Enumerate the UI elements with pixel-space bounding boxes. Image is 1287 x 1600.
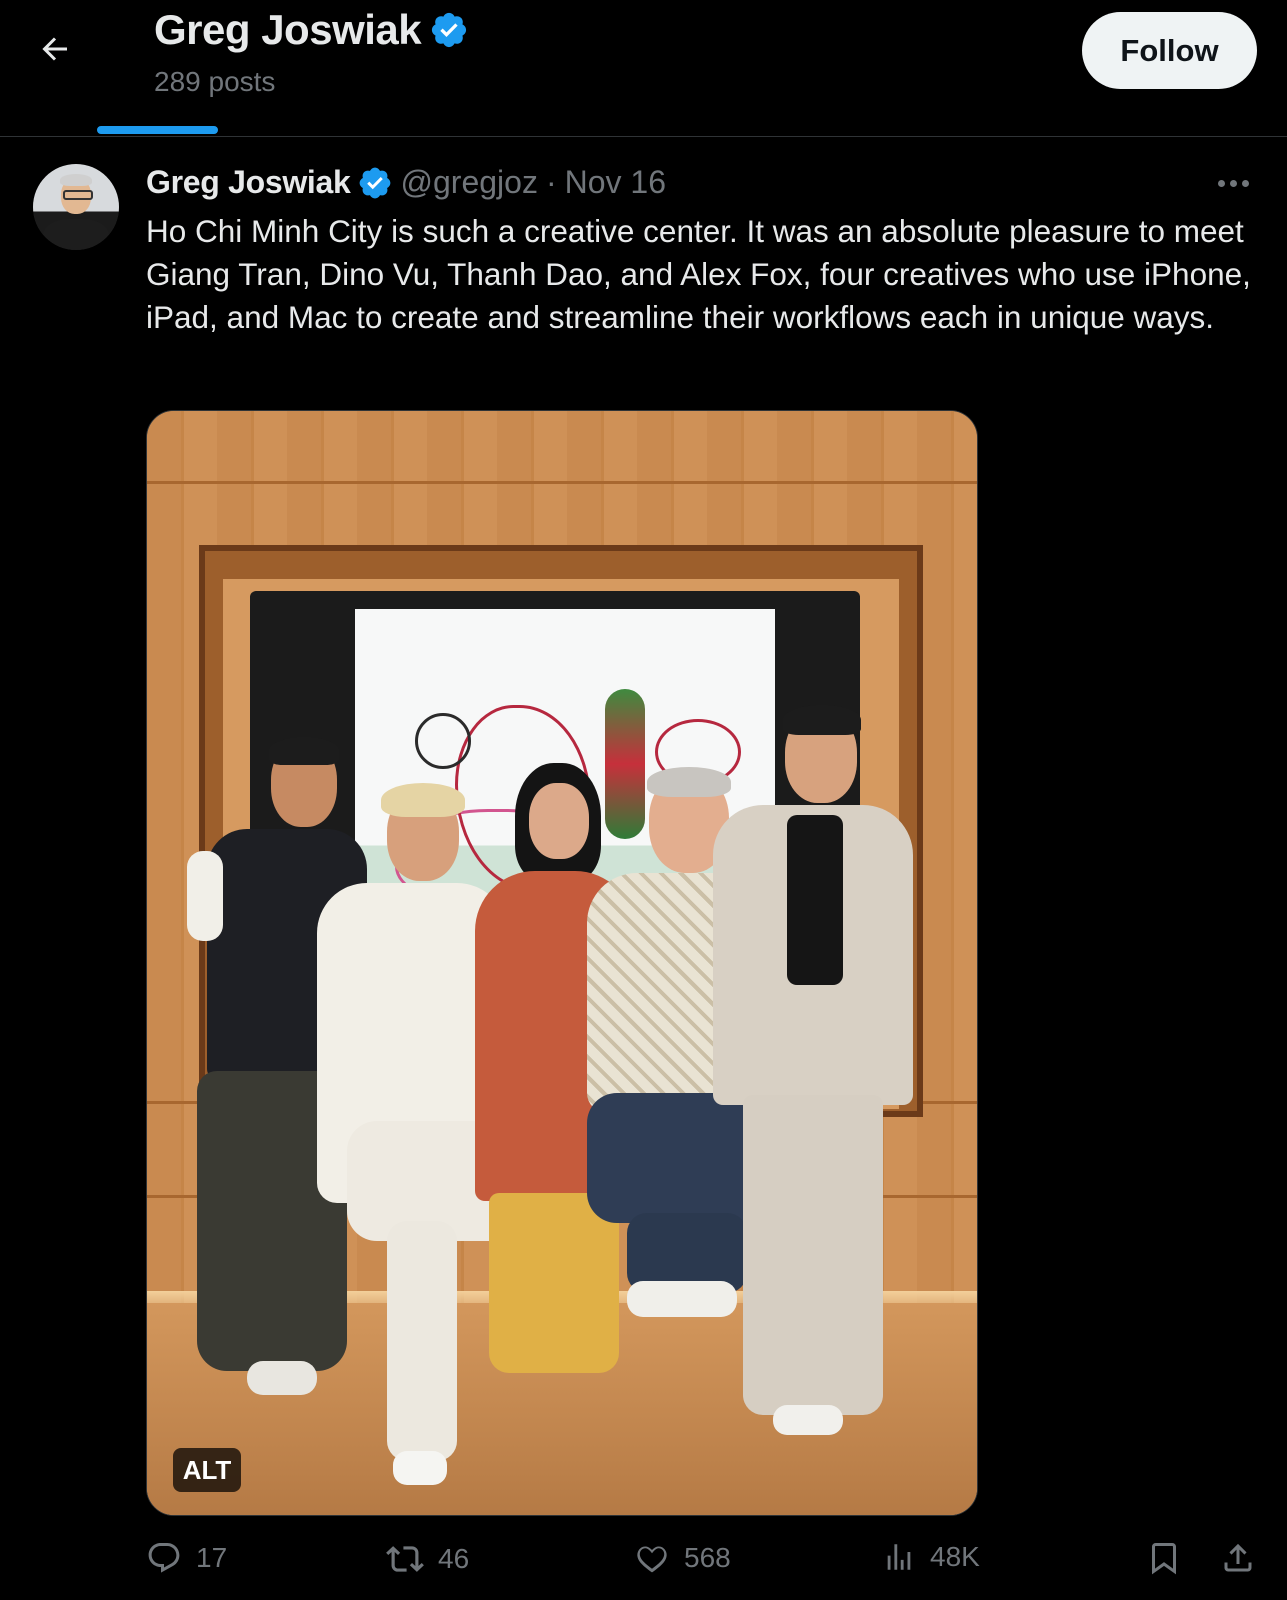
- like-count: 568: [684, 1542, 731, 1573]
- header-title: Greg Joswiak: [154, 6, 469, 54]
- back-button[interactable]: [34, 28, 76, 70]
- back-arrow-icon: [42, 37, 67, 61]
- author-handle[interactable]: @gregjoz: [401, 164, 538, 201]
- bookmark-icon: [1152, 1543, 1176, 1575]
- profile-header: Greg Joswiak 289 posts Follow: [0, 0, 1287, 137]
- avatar[interactable]: [33, 164, 119, 250]
- post-date[interactable]: Nov 16: [565, 164, 666, 201]
- repost-button[interactable]: 46: [386, 1540, 469, 1578]
- like-button[interactable]: 568: [634, 1540, 731, 1576]
- reply-icon: [148, 1543, 180, 1573]
- post-count: 289 posts: [154, 66, 276, 97]
- alt-badge[interactable]: ALT: [173, 1448, 241, 1492]
- repost-icon: [386, 1546, 424, 1572]
- active-tab-indicator: [97, 126, 218, 134]
- more-button[interactable]: [1218, 176, 1254, 190]
- views-count: 48K: [930, 1541, 980, 1572]
- more-icon: [1218, 179, 1225, 187]
- views-icon: [887, 1544, 911, 1570]
- post-actions: 17 46 568 48K: [146, 1540, 1266, 1584]
- separator-dot: ·: [545, 164, 557, 200]
- views-button[interactable]: 48K: [882, 1540, 980, 1574]
- verified-badge-icon: [359, 167, 390, 198]
- reply-count: 17: [196, 1542, 228, 1573]
- post-image[interactable]: ALT: [146, 410, 978, 1516]
- header-name: Greg Joswiak: [154, 6, 422, 53]
- reply-button[interactable]: 17: [146, 1540, 227, 1576]
- like-icon: [637, 1546, 667, 1573]
- author-name[interactable]: Greg Joswiak: [146, 164, 351, 201]
- share-button[interactable]: [1220, 1540, 1256, 1576]
- follow-button[interactable]: Follow: [1082, 12, 1257, 89]
- share-icon: [1224, 1543, 1252, 1572]
- verified-badge-icon: [432, 12, 467, 48]
- post-header: Greg Joswiak @gregjoz · Nov 16: [146, 164, 666, 201]
- bookmark-button[interactable]: [1146, 1540, 1182, 1576]
- post-text: Ho Chi Minh City is such a creative cent…: [146, 213, 1251, 335]
- repost-count: 46: [438, 1543, 470, 1574]
